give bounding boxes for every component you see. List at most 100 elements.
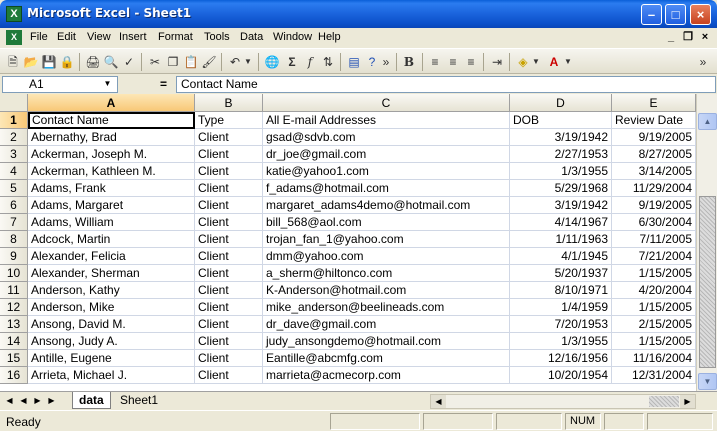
row-header[interactable]: 5 [0,180,28,197]
cell-contact-name[interactable]: Alexander, Sherman [28,265,195,282]
row-header[interactable]: 16 [0,367,28,384]
cell-type[interactable]: Client [195,146,263,163]
formula-input[interactable]: Contact Name [176,76,716,93]
cell-contact-name[interactable]: Contact Name [28,112,195,129]
cell-contact-name[interactable]: Antille, Eugene [28,350,195,367]
cell-dob[interactable]: 4/14/1967 [510,214,612,231]
cell-email[interactable]: margaret_adams4demo@hotmail.com [263,197,510,214]
cell-type[interactable]: Client [195,282,263,299]
row-header[interactable]: 2 [0,129,28,146]
sort-ascending-icon[interactable]: ⇅ [319,53,337,71]
cell-contact-name[interactable]: Adams, William [28,214,195,231]
menu-tools[interactable]: Tools [204,31,230,43]
cell-email[interactable]: marrieta@acmecorp.com [263,367,510,384]
cell-review-date[interactable]: 6/30/2004 [612,214,696,231]
cell-email[interactable]: judy_ansongdemo@hotmail.com [263,333,510,350]
row-header[interactable]: 14 [0,333,28,350]
menu-edit[interactable]: Edit [57,31,76,43]
row-header[interactable]: 7 [0,214,28,231]
cell-review-date[interactable]: 12/31/2004 [612,367,696,384]
cell-review-date[interactable]: 1/15/2005 [612,265,696,282]
cell-email[interactable]: bill_568@aol.com [263,214,510,231]
toolbar-options-icon[interactable]: » [381,53,391,71]
row-header[interactable]: 6 [0,197,28,214]
cell-contact-name[interactable]: Adams, Frank [28,180,195,197]
cell-dob[interactable]: 7/20/1953 [510,316,612,333]
cell-review-date[interactable]: 1/15/2005 [612,299,696,316]
cell-dob[interactable]: 3/19/1942 [510,197,612,214]
cell-type[interactable]: Client [195,163,263,180]
align-left-icon[interactable]: ≡ [426,53,444,71]
maximize-button[interactable]: □ [665,4,686,25]
cell-email[interactable]: gsad@sdvb.com [263,129,510,146]
cell-type[interactable]: Client [195,231,263,248]
cell-review-date[interactable]: 2/15/2005 [612,316,696,333]
cell-review-date[interactable]: 11/29/2004 [612,180,696,197]
cell-dob[interactable]: DOB [510,112,612,129]
cell-dob[interactable]: 1/3/1955 [510,163,612,180]
menu-window[interactable]: Window [273,31,312,43]
sheet-tab-data[interactable]: data [72,392,111,409]
vertical-scroll-thumb[interactable] [699,196,716,368]
cell-email[interactable]: K-Anderson@hotmail.com [263,282,510,299]
prev-sheet-icon[interactable]: ◀ [17,394,30,408]
cell-email[interactable]: f_adams@hotmail.com [263,180,510,197]
cell-contact-name[interactable]: Ackerman, Kathleen M. [28,163,195,180]
row-header[interactable]: 9 [0,248,28,265]
cell-contact-name[interactable]: Arrieta, Michael J. [28,367,195,384]
undo-icon[interactable]: ↶ [226,53,244,71]
format-painter-icon[interactable]: 🖌 [200,53,218,71]
first-sheet-icon[interactable]: ◀ [3,394,16,408]
column-header-a[interactable]: A [28,94,195,112]
row-header[interactable]: 8 [0,231,28,248]
cell-email[interactable]: All E-mail Addresses [263,112,510,129]
column-header-c[interactable]: C [263,94,510,112]
column-header-b[interactable]: B [195,94,263,112]
cell-contact-name[interactable]: Abernathy, Brad [28,129,195,146]
function-icon[interactable]: f [301,53,319,71]
new-icon[interactable]: 🗎 [4,53,22,71]
cut-icon[interactable]: ✂ [146,53,164,71]
cell-dob[interactable]: 3/19/1942 [510,129,612,146]
cell-type[interactable]: Type [195,112,263,129]
cell-dob[interactable]: 1/11/1963 [510,231,612,248]
row-header[interactable]: 3 [0,146,28,163]
menu-data[interactable]: Data [240,31,263,43]
cell-email[interactable]: Eantille@abcmfg.com [263,350,510,367]
cell-dob[interactable]: 8/10/1971 [510,282,612,299]
bold-icon[interactable]: B [400,53,418,71]
align-right-icon[interactable]: ≡ [462,53,480,71]
menu-format[interactable]: Format [158,31,193,43]
cell-type[interactable]: Client [195,350,263,367]
column-header-d[interactable]: D [510,94,612,112]
next-sheet-icon[interactable]: ▶ [31,394,44,408]
cell-contact-name[interactable]: Adcock, Martin [28,231,195,248]
cell-dob[interactable]: 5/29/1968 [510,180,612,197]
cell-review-date[interactable]: 7/11/2005 [612,231,696,248]
menu-file[interactable]: File [30,31,48,43]
spelling-icon[interactable]: ✓ [120,53,138,71]
print-icon[interactable]: 🖨 [84,53,102,71]
hyperlink-icon[interactable]: 🌐 [263,53,281,71]
fill-color-icon[interactable]: ◈ [514,53,532,71]
toolbar-overflow-icon[interactable]: » [697,53,709,71]
horizontal-scrollbar[interactable]: ◀ ▶ [430,394,696,409]
open-icon[interactable]: 📂 [22,53,40,71]
cell-dob[interactable]: 2/27/1953 [510,146,612,163]
align-center-icon[interactable]: ≡ [444,53,462,71]
row-header[interactable]: 13 [0,316,28,333]
paste-icon[interactable]: 📋 [182,53,200,71]
doc-close-icon[interactable]: × [697,30,713,45]
name-box-dropdown-icon[interactable]: ▼ [100,77,115,91]
cell-review-date[interactable]: 11/16/2004 [612,350,696,367]
column-header-e[interactable]: E [612,94,696,112]
cell-review-date[interactable]: 4/20/2004 [612,282,696,299]
select-all-corner[interactable] [0,94,28,112]
print-preview-icon[interactable]: 🔍 [102,53,120,71]
row-header[interactable]: 11 [0,282,28,299]
cell-email[interactable]: dr_joe@gmail.com [263,146,510,163]
menu-view[interactable]: View [87,31,111,43]
doc-restore-icon[interactable]: ❐ [680,30,696,45]
workbook-icon[interactable]: X [6,30,22,45]
cell-type[interactable]: Client [195,197,263,214]
